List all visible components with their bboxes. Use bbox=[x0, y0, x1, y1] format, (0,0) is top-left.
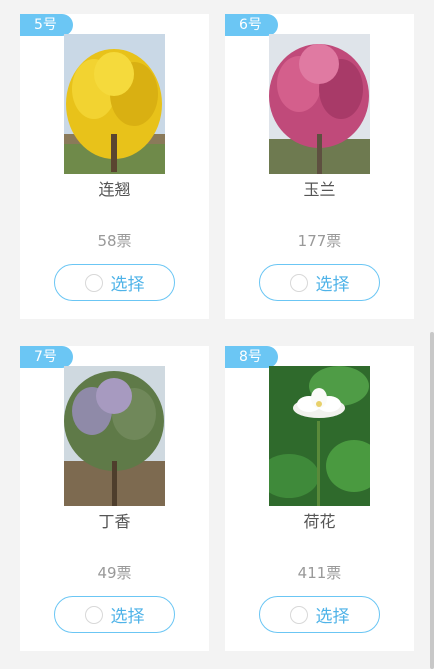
select-button-label: 选择 bbox=[315, 607, 350, 627]
number-badge: 8号 bbox=[225, 346, 278, 368]
vote-count: 411票 bbox=[297, 564, 342, 582]
radio-circle-icon bbox=[84, 273, 103, 292]
number-badge: 6号 bbox=[225, 14, 278, 36]
candidate-name: 荷花 bbox=[303, 512, 336, 531]
select-button[interactable]: 选择 bbox=[54, 596, 175, 633]
voting-page: 5号 连翘 58票 选择 6号 玉兰 177票 选择 7号 丁香 49票 选择 … bbox=[0, 0, 434, 669]
radio-circle-icon bbox=[289, 273, 308, 292]
candidate-name: 丁香 bbox=[98, 512, 131, 531]
select-button[interactable]: 选择 bbox=[259, 264, 380, 301]
select-button-label: 选择 bbox=[110, 607, 145, 627]
select-button-label: 选择 bbox=[110, 275, 145, 295]
vote-count: 58票 bbox=[97, 232, 132, 250]
lotus-photo bbox=[269, 366, 370, 506]
number-badge: 7号 bbox=[20, 346, 73, 368]
candidate-card: 5号 连翘 58票 选择 bbox=[20, 14, 209, 319]
select-button[interactable]: 选择 bbox=[259, 596, 380, 633]
number-badge: 5号 bbox=[20, 14, 73, 36]
vote-count: 177票 bbox=[297, 232, 342, 250]
candidate-card: 7号 丁香 49票 选择 bbox=[20, 346, 209, 651]
candidate-card: 8号 荷花 411票 选择 bbox=[225, 346, 414, 651]
forsythia-photo bbox=[64, 34, 165, 174]
vote-count: 49票 bbox=[97, 564, 132, 582]
magnolia-photo bbox=[269, 34, 370, 174]
vertical-scrollbar[interactable] bbox=[430, 332, 434, 669]
select-button-label: 选择 bbox=[315, 275, 350, 295]
candidate-name: 连翘 bbox=[98, 180, 131, 199]
radio-circle-icon bbox=[84, 605, 103, 624]
lilac-photo bbox=[64, 366, 165, 506]
radio-circle-icon bbox=[289, 605, 308, 624]
candidate-card: 6号 玉兰 177票 选择 bbox=[225, 14, 414, 319]
select-button[interactable]: 选择 bbox=[54, 264, 175, 301]
candidate-name: 玉兰 bbox=[303, 180, 336, 199]
